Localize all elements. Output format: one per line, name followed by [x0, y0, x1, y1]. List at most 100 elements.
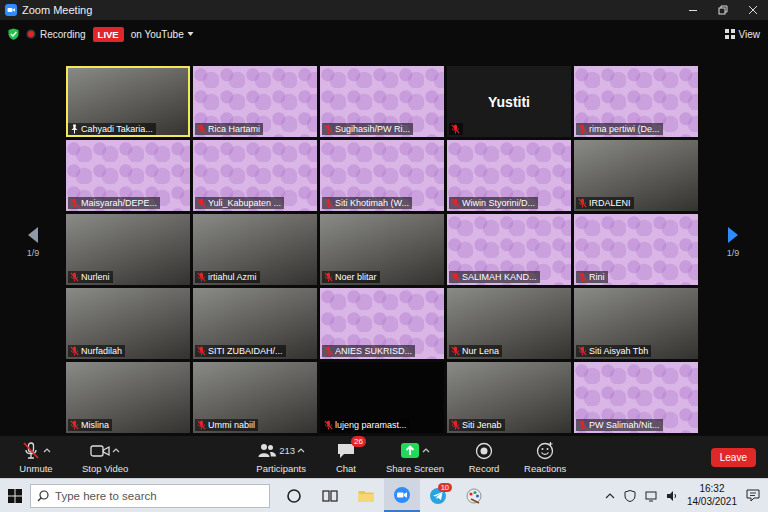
mic-off-button[interactable]: Unmute [16, 440, 56, 474]
participant-tile[interactable]: Siti Aisyah Tbh [574, 288, 698, 359]
participant-tile[interactable]: Rica Hartami [193, 66, 317, 137]
participant-label: Yuli_Kabupaten ... [195, 197, 284, 209]
next-page[interactable]: 1/9 [698, 48, 768, 436]
network-icon[interactable] [645, 490, 657, 502]
security-icon[interactable] [624, 490, 636, 502]
taskbar-app[interactable] [456, 479, 492, 512]
meeting-status: Recording LIVE on YouTube [8, 27, 725, 42]
caret-icon[interactable] [112, 446, 120, 454]
participant-tile[interactable]: ANIES SUKRISD... [320, 288, 444, 359]
participant-name: Nurleni [81, 272, 110, 282]
taskbar-app[interactable] [348, 479, 384, 512]
muted-mic-icon [451, 346, 460, 356]
participant-tile[interactable]: Siti Khotimah (W... [320, 140, 444, 211]
button-label: Participants [256, 463, 306, 474]
participant-tile[interactable]: Maisyarah/DEPE... [66, 140, 190, 211]
participant-name: Siti Aisyah Tbh [589, 346, 648, 356]
participant-label: Ummi nabiil [195, 419, 258, 431]
clock[interactable]: 16:3214/03/2021 [687, 483, 737, 508]
button-icon-row [474, 440, 494, 460]
window-title-text: Zoom Meeting [22, 4, 92, 16]
button-label: Reactions [524, 463, 566, 474]
recording-indicator[interactable]: Recording [26, 29, 86, 40]
caret-icon[interactable] [43, 446, 51, 454]
muted-mic-icon [578, 420, 587, 430]
participant-tile[interactable]: Sugihasih/PW Ri... [320, 66, 444, 137]
participant-label: Sugihasih/PW Ri... [322, 123, 413, 135]
notification-icon[interactable] [746, 489, 760, 502]
taskbar-apps: 10 [276, 479, 492, 512]
participant-tile[interactable]: Siti Jenab [447, 362, 571, 433]
button-label: Unmute [19, 463, 52, 474]
participant-tile[interactable]: PW Salimah/Nit... [574, 362, 698, 433]
participant-label: PW Salimah/Nit... [576, 419, 663, 431]
taskbar-app[interactable] [312, 479, 348, 512]
muted-mic-icon [578, 198, 587, 208]
taskbar-app[interactable] [276, 479, 312, 512]
participant-tile[interactable]: Nur Lena [447, 288, 571, 359]
participant-tile[interactable]: Wiwin Styorini/D... [447, 140, 571, 211]
tray-chevron-icon[interactable] [605, 491, 615, 501]
participant-tile[interactable]: Nurfadilah [66, 288, 190, 359]
explorer-icon [357, 487, 375, 505]
search-icon [37, 490, 49, 502]
participant-tile[interactable]: irtiahul Azmi [193, 214, 317, 285]
share-button[interactable]: Share Screen [386, 440, 444, 474]
participant-name: PW Salimah/Nit... [589, 420, 660, 430]
record-button[interactable]: Record [464, 440, 504, 474]
start-button[interactable] [0, 489, 30, 503]
title-bar: Zoom Meeting [0, 0, 768, 20]
taskbar-app[interactable] [384, 479, 420, 512]
restore-button[interactable] [708, 0, 738, 20]
page-indicator: 1/9 [727, 248, 740, 258]
participants-button[interactable]: 213Participants [256, 440, 306, 474]
participant-tile[interactable]: Yuli_Kabupaten ... [193, 140, 317, 211]
participant-label: Mislina [68, 419, 112, 431]
participant-tile[interactable]: Cahyadi Takaria... [66, 66, 190, 137]
caret-icon[interactable] [422, 446, 430, 454]
video-button[interactable]: Stop Video [82, 440, 128, 474]
shield-icon[interactable] [8, 28, 19, 40]
stream-menu[interactable]: on YouTube [131, 29, 194, 40]
stream-label: on YouTube [131, 29, 184, 40]
app-badge: 10 [438, 483, 452, 492]
participant-name: Ummi nabiil [208, 420, 255, 430]
participant-name: Yustiti [447, 66, 571, 137]
live-badge: LIVE [93, 27, 124, 42]
system-tray: 16:3214/03/2021 [492, 483, 768, 508]
muted-mic-icon [451, 272, 460, 282]
participant-label: rima pertiwi (De... [576, 123, 663, 135]
participant-tile[interactable]: Ummi nabiil [193, 362, 317, 433]
close-button[interactable] [738, 0, 768, 20]
participant-tile[interactable]: SITI ZUBAIDAH/... [193, 288, 317, 359]
participant-tile[interactable]: lujeng paramast... [320, 362, 444, 433]
muted-mic-icon [451, 420, 460, 430]
participant-tile[interactable]: SALIMAH KAND... [447, 214, 571, 285]
chat-button[interactable]: 26Chat [326, 440, 366, 474]
gallery-view: 1/9Cahyadi Takaria...Rica HartamiSugihas… [0, 48, 768, 436]
participant-tile[interactable]: Noer blitar [320, 214, 444, 285]
previous-page[interactable]: 1/9 [0, 48, 66, 436]
view-button[interactable]: View [725, 29, 761, 40]
participant-tile[interactable]: Mislina [66, 362, 190, 433]
participant-tile[interactable]: rima pertiwi (De... [574, 66, 698, 137]
meeting-top-bar: Recording LIVE on YouTube View [0, 20, 768, 48]
participant-label [449, 123, 463, 135]
caret-icon[interactable] [297, 446, 305, 454]
right-arrow-icon [727, 226, 739, 244]
taskbar-app[interactable]: 10 [420, 479, 456, 512]
minimize-button[interactable] [678, 0, 708, 20]
leave-button[interactable]: Leave [711, 448, 756, 467]
button-icon-row [400, 440, 430, 460]
participant-name: ANIES SUKRISD... [335, 346, 412, 356]
participant-label: IRDALENI [576, 197, 634, 209]
search-box[interactable] [30, 484, 270, 508]
participant-tile[interactable]: Yustiti [447, 66, 571, 137]
search-input[interactable] [55, 490, 263, 502]
participant-tile[interactable]: Nurleni [66, 214, 190, 285]
participant-tile[interactable]: IRDALENI [574, 140, 698, 211]
volume-icon[interactable] [666, 490, 678, 502]
participant-label: Nur Lena [449, 345, 502, 357]
reactions-button[interactable]: Reactions [524, 440, 566, 474]
participant-tile[interactable]: Rini [574, 214, 698, 285]
